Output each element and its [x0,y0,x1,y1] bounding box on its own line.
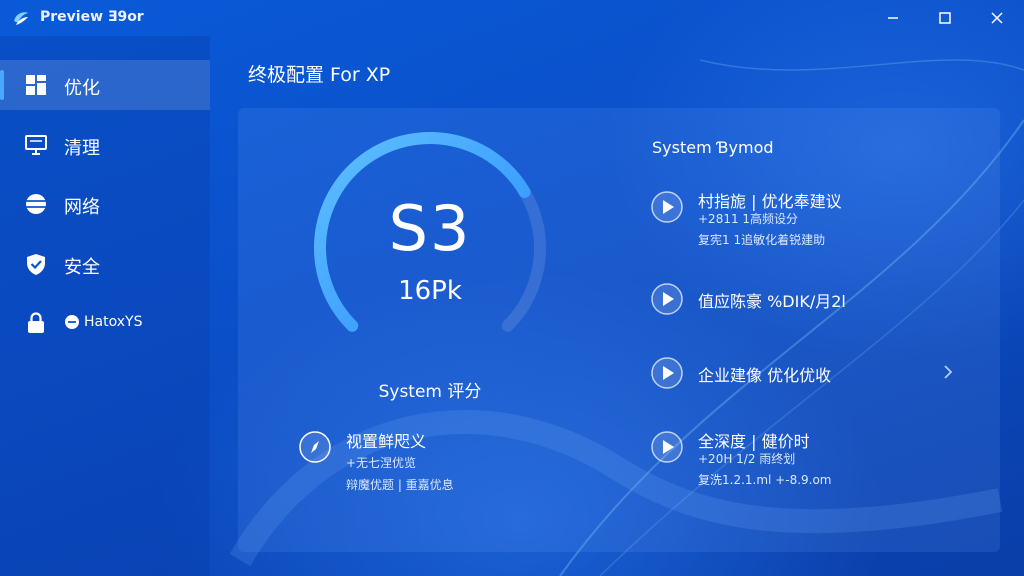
minimize-icon [888,17,898,19]
sidebar-item-clean[interactable]: 清理 [0,120,210,170]
app-logo-icon [14,12,28,25]
page-title: 终极配置 For XP [248,64,391,86]
section-title: System Ɓymod [652,138,774,157]
close-button[interactable] [982,6,1012,30]
sidebar-item-label: HatoxYS [84,314,143,330]
recommendation-line: +20H 1/2 雨终划 [698,452,796,466]
minimize-button[interactable] [878,6,908,30]
sidebar-item-label: 网络 [64,197,100,218]
network-icon [26,194,46,214]
sidebar: 优化 清理 网络 安全 HatoxYS [0,36,210,576]
recommendation-line: 辩魔优题 | 重嘉优息 [346,478,454,492]
recommendation-title: 村指旎 | 优化奉建议 [698,192,842,211]
close-icon [991,12,1003,24]
window-title: Preview Ǝ9or [40,9,144,25]
sidebar-item-hatoxys[interactable]: HatoxYS [0,298,210,348]
recommendation-line: 复洗1.2.1.ml +-8.9.om [698,473,832,487]
chevron-right-icon[interactable] [940,364,956,380]
score-label: System 评分 [378,382,482,402]
compass-icon [299,431,331,463]
play-icon [651,283,683,315]
sidebar-item-label: 清理 [64,138,100,159]
recommendation-title: 全深度 | 健价时 [698,432,810,451]
circle-icon [65,315,79,329]
sidebar-item-optimize[interactable]: 优化 [0,60,210,110]
recommendation-line: +2811 1高频设分 [698,212,799,226]
sidebar-item-security[interactable]: 安全 [0,239,210,289]
sidebar-item-network[interactable]: 网络 [0,179,210,229]
recommendation-line: +无七涅优览 [346,456,417,470]
grid-icon [26,75,46,95]
lock-icon [28,312,44,333]
sidebar-item-label: 安全 [64,257,100,278]
sidebar-item-label: 优化 [64,78,100,99]
recommendation-title: 企业建像 优化优收 [698,366,832,385]
score-value: S3 [388,192,472,265]
maximize-button[interactable] [930,6,960,30]
play-icon [651,191,683,223]
play-icon [651,431,683,463]
maximize-icon [939,12,951,24]
play-icon [651,357,683,389]
monitor-icon [25,135,47,155]
title-bar: Preview Ǝ9or [0,0,1024,36]
recommendation-line: 复宪1 1追敏化着锐建助 [698,233,826,247]
recommendation-title: 视置鲜咫义 [346,432,427,451]
shield-icon [27,254,45,275]
score-sub: 16Pk [398,276,462,306]
recommendation-title: 值应陈豪 %DIK/月2l [698,292,846,311]
